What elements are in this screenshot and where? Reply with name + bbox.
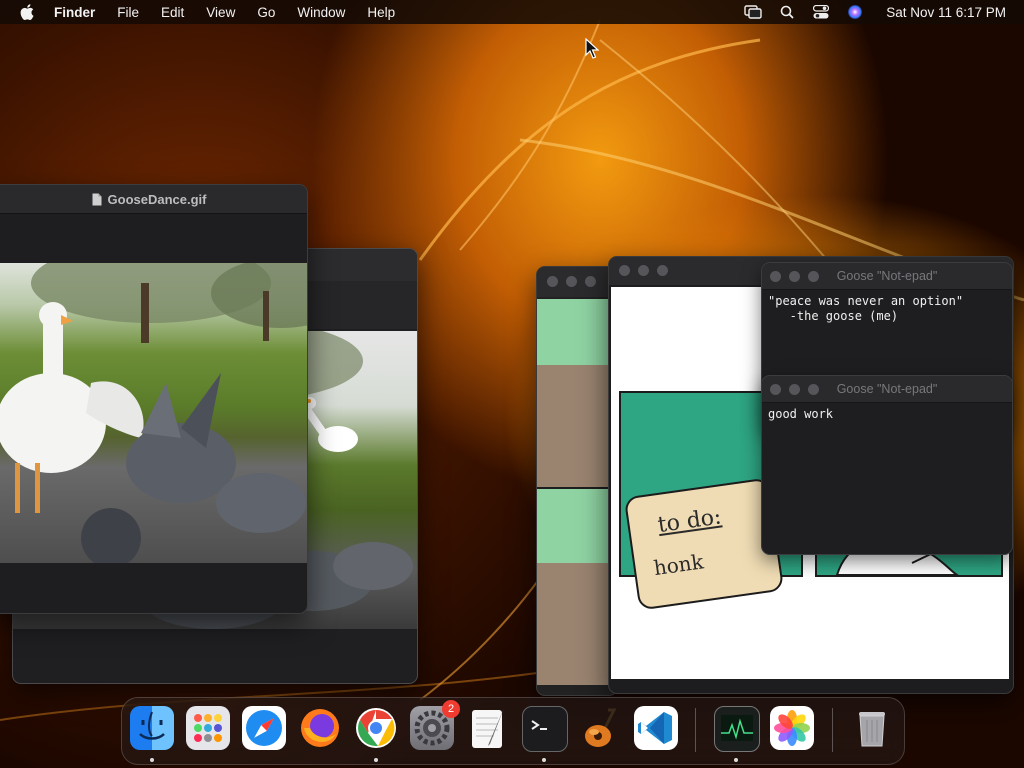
notepad-bottom-text[interactable]: good work (762, 403, 1012, 426)
finder-running-indicator (150, 758, 154, 762)
menu-edit[interactable]: Edit (161, 5, 184, 20)
mouse-cursor-icon (585, 37, 600, 60)
close-button-icon[interactable] (619, 265, 630, 276)
dock-separator (695, 708, 696, 752)
textedit-icon[interactable] (466, 706, 510, 750)
gif-viewer-title: GooseDance.gif (107, 191, 207, 207)
menu-file[interactable]: File (117, 5, 139, 20)
siri-icon[interactable] (846, 3, 864, 21)
finder-icon[interactable] (130, 706, 174, 750)
zoom-button-icon[interactable] (808, 271, 819, 282)
close-button-icon[interactable] (770, 384, 781, 395)
minimize-button-icon[interactable] (789, 384, 800, 395)
firefox-icon[interactable] (298, 706, 342, 750)
chrome-icon[interactable] (354, 706, 398, 750)
document-icon (92, 193, 102, 206)
garageband-icon[interactable] (578, 706, 622, 750)
notepad-top-text[interactable]: "peace was never an option" -the goose (… (762, 290, 1012, 328)
menu-help[interactable]: Help (367, 5, 395, 20)
notepad-bottom-title: Goose "Not-epad" (836, 382, 938, 396)
menu-view[interactable]: View (206, 5, 235, 20)
activity-monitor-icon[interactable] (714, 706, 760, 752)
minimize-button-icon[interactable] (789, 271, 800, 282)
chrome-running-indicator (374, 758, 378, 762)
dock-separator (832, 708, 833, 752)
apple-menu-icon[interactable] (18, 3, 36, 21)
dock: 2 (121, 697, 905, 765)
notepad-top-titlebar[interactable]: Goose "Not-epad" (762, 263, 1012, 290)
goose-dance-gif (0, 263, 307, 563)
menubar-clock[interactable]: Sat Nov 11 6:17 PM (886, 5, 1006, 20)
photos-icon[interactable] (770, 706, 814, 750)
menu-go[interactable]: Go (257, 5, 275, 20)
side-game-window[interactable] (536, 266, 618, 696)
menu-window[interactable]: Window (297, 5, 345, 20)
minimize-button-icon[interactable] (638, 265, 649, 276)
minimize-button-icon[interactable] (566, 276, 577, 287)
system-settings-icon[interactable]: 2 (410, 700, 460, 750)
notepad-window-bottom[interactable]: Goose "Not-epad" good work (761, 375, 1013, 555)
zoom-button-icon[interactable] (585, 276, 596, 287)
spotlight-search-icon[interactable] (778, 3, 796, 21)
terminal-running-indicator (542, 758, 546, 762)
zoom-button-icon[interactable] (808, 384, 819, 395)
close-button-icon[interactable] (770, 271, 781, 282)
control-center-icon[interactable] (812, 3, 830, 21)
note-line-1: to do: (656, 504, 723, 539)
side-game-window-titlebar[interactable] (537, 267, 617, 297)
vscode-icon[interactable] (634, 706, 678, 750)
system-settings-badge: 2 (442, 700, 460, 718)
launchpad-icon[interactable] (186, 706, 230, 750)
safari-icon[interactable] (242, 706, 286, 750)
screen-mirroring-icon[interactable] (744, 3, 762, 21)
menu-bar: Finder File Edit View Go Window Help Sat… (0, 0, 1024, 24)
terminal-icon[interactable] (522, 706, 568, 752)
activity-monitor-running-indicator (734, 758, 738, 762)
notepad-top-title: Goose "Not-epad" (836, 269, 938, 283)
note-line-2: honk (652, 549, 705, 581)
zoom-button-icon[interactable] (657, 265, 668, 276)
gif-viewer-window[interactable]: GooseDance.gif (0, 184, 308, 614)
trash-icon[interactable] (850, 706, 894, 750)
gif-viewer-titlebar[interactable]: GooseDance.gif (0, 185, 307, 214)
notepad-bottom-titlebar[interactable]: Goose "Not-epad" (762, 376, 1012, 403)
menu-app-name[interactable]: Finder (54, 5, 95, 20)
close-button-icon[interactable] (547, 276, 558, 287)
